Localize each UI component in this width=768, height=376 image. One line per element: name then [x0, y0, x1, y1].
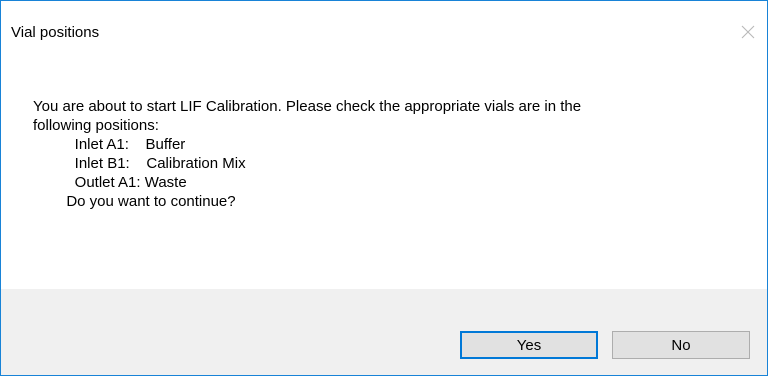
- dialog-window: Vial positions You are about to start LI…: [0, 0, 768, 376]
- message-line: Do you want to continue?: [33, 193, 236, 210]
- title-bar[interactable]: Vial positions: [1, 1, 767, 63]
- dialog-title: Vial positions: [11, 24, 100, 41]
- yes-button[interactable]: Yes: [460, 331, 598, 359]
- message-body: You are about to start LIF Calibration. …: [33, 97, 753, 211]
- button-bar: Yes No: [1, 289, 767, 375]
- message-line: Outlet A1: Waste: [33, 174, 187, 191]
- message-line: following positions:: [33, 117, 159, 134]
- message-line: You are about to start LIF Calibration. …: [33, 98, 582, 115]
- message-line: Inlet B1: Calibration Mix: [33, 155, 246, 172]
- no-button[interactable]: No: [612, 331, 750, 359]
- message-line: Inlet A1: Buffer: [33, 136, 186, 153]
- close-icon: [741, 25, 755, 39]
- close-button[interactable]: [733, 17, 763, 47]
